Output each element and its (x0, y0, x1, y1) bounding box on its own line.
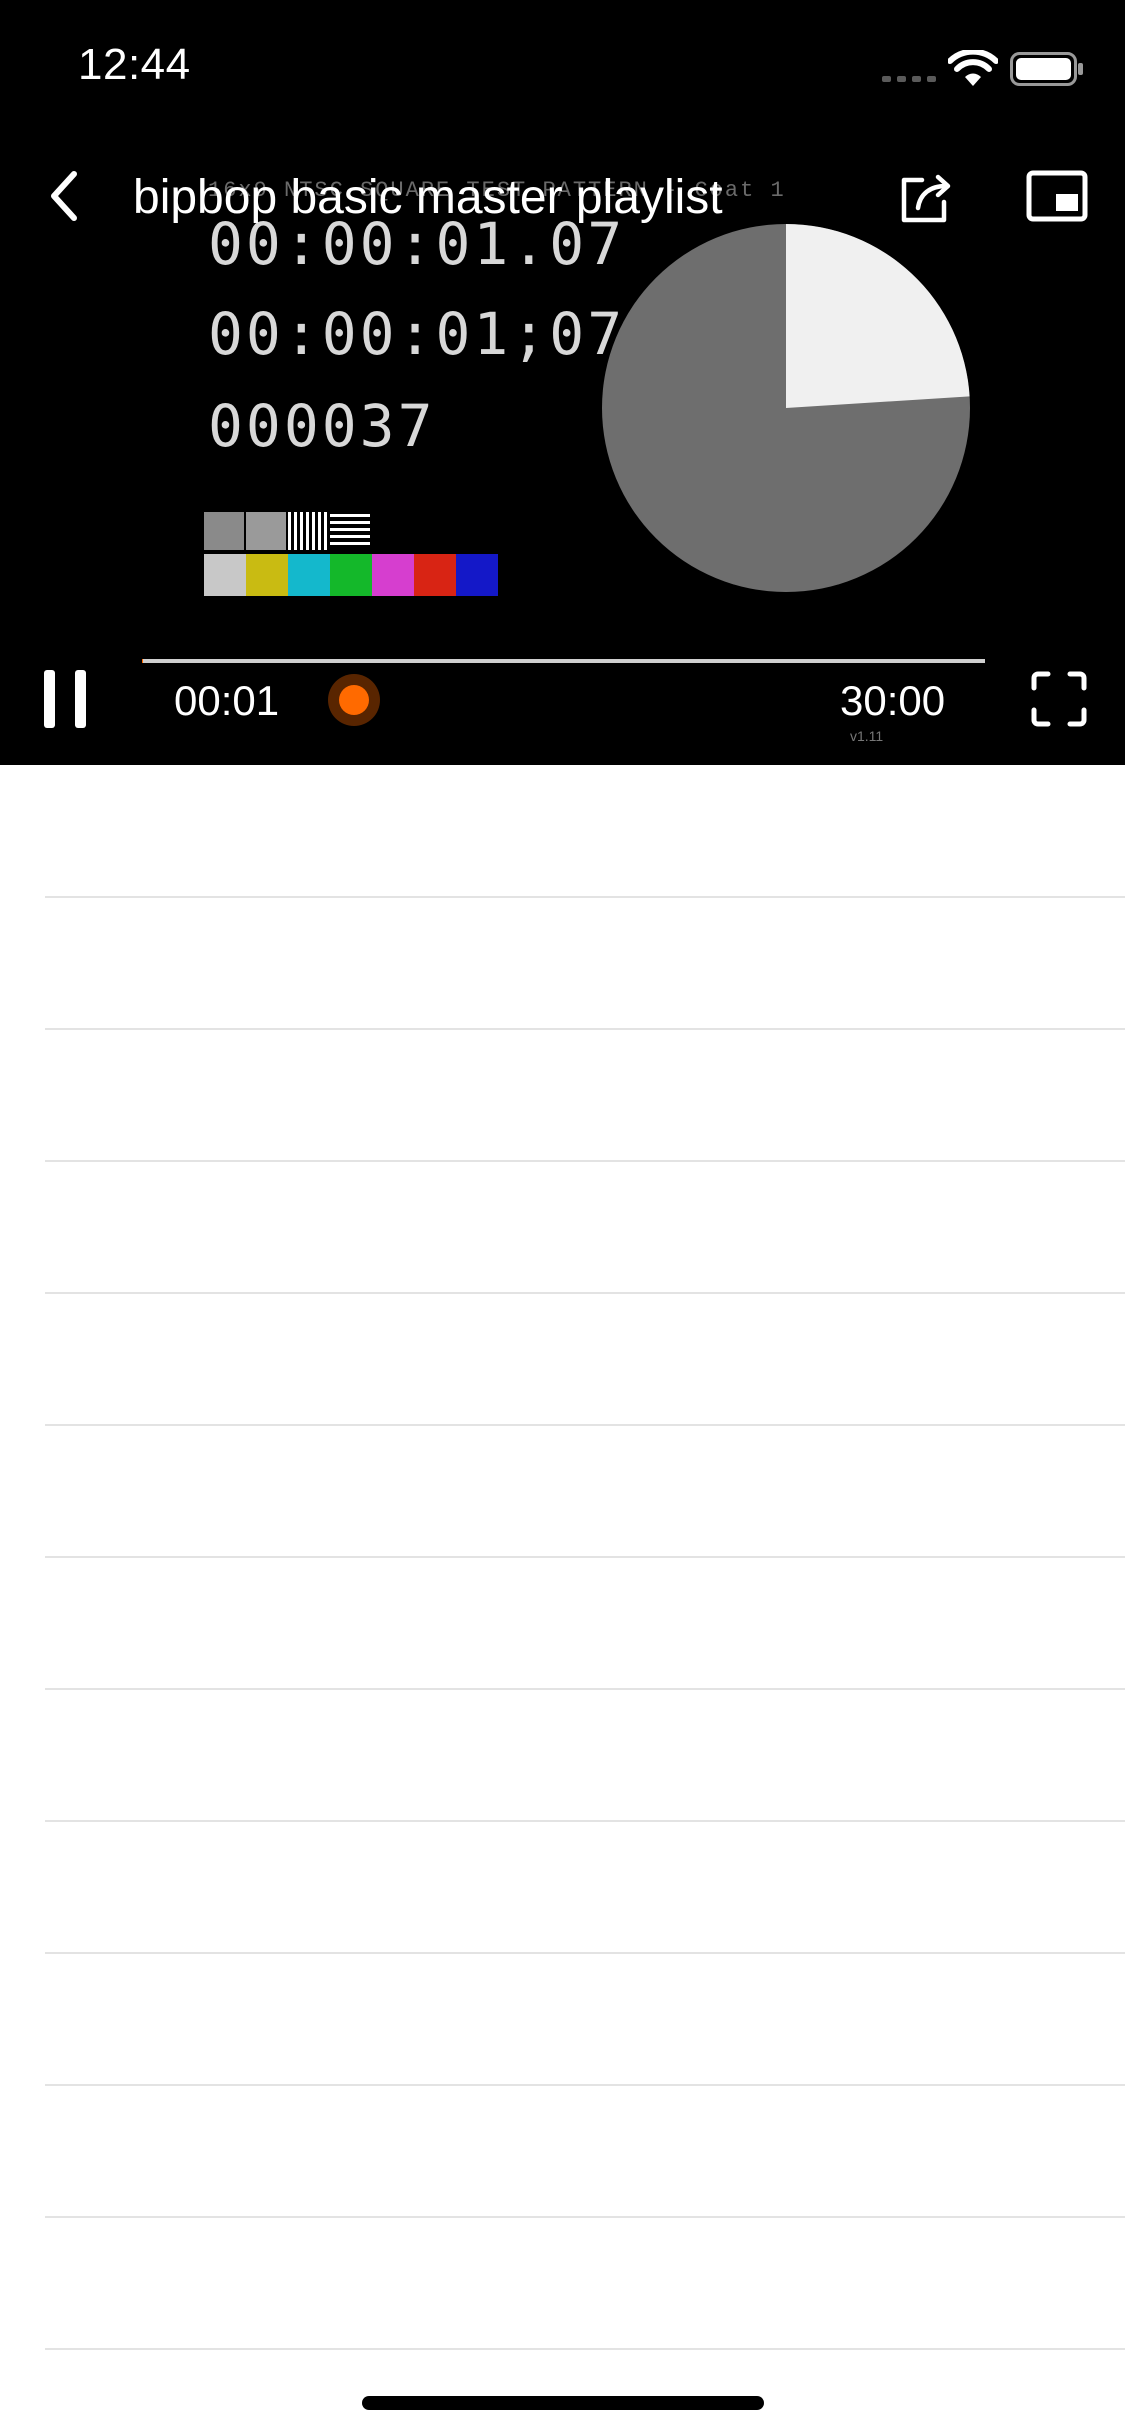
total-time: 30:00 (840, 677, 946, 724)
list-item[interactable] (45, 765, 1125, 898)
back-button[interactable] (40, 164, 90, 228)
list-item[interactable] (45, 1425, 1125, 1558)
test-pattern-pie (602, 224, 970, 592)
screen: 16x9 NTSC SQUARE TEST PATTERN - Coat 1 0… (0, 0, 1125, 2436)
list-item[interactable] (45, 1557, 1125, 1690)
fullscreen-icon (1031, 671, 1087, 727)
video-player[interactable]: 16x9 NTSC SQUARE TEST PATTERN - Coat 1 0… (0, 0, 1125, 765)
list-item[interactable] (45, 1821, 1125, 1954)
cellular-signal-icon (882, 76, 936, 82)
list-item[interactable] (45, 1029, 1125, 1162)
share-button[interactable] (896, 168, 956, 228)
wifi-icon (948, 50, 998, 86)
version-label: v1.11 (850, 728, 884, 744)
list-item[interactable] (45, 1689, 1125, 1822)
share-icon (901, 174, 951, 223)
pause-icon (44, 670, 55, 728)
battery-icon (1010, 52, 1083, 86)
picture-in-picture-button[interactable] (1026, 170, 1088, 222)
progress-track[interactable] (142, 659, 985, 663)
list-item[interactable] (45, 1953, 1125, 2086)
progress-fill (142, 659, 143, 663)
frame-counter: 000037 (208, 392, 436, 460)
pause-button[interactable] (44, 670, 88, 728)
list-item[interactable] (45, 897, 1125, 1030)
content-list (0, 765, 1125, 2436)
current-time: 00:01 (174, 677, 280, 724)
list-item[interactable] (45, 1161, 1125, 1294)
pause-icon-bar (75, 670, 86, 728)
chevron-left-icon (51, 171, 77, 221)
timecode-2: 00:00:01;07 (208, 300, 626, 368)
fullscreen-button[interactable] (1030, 670, 1088, 728)
pie-white-slice (786, 224, 970, 408)
picture-in-picture-icon (1026, 170, 1088, 222)
home-indicator[interactable] (362, 2396, 764, 2410)
list-item[interactable] (45, 2217, 1125, 2350)
video-frame: 16x9 NTSC SQUARE TEST PATTERN - Coat 1 0… (0, 0, 1125, 765)
list-item[interactable] (45, 1293, 1125, 1426)
scrubber-thumb[interactable] (328, 674, 380, 726)
status-time: 12:44 (78, 40, 191, 89)
list-item[interactable] (45, 2085, 1125, 2218)
video-title: bipbop basic master playlist (133, 171, 723, 224)
color-test-bars (204, 512, 498, 596)
